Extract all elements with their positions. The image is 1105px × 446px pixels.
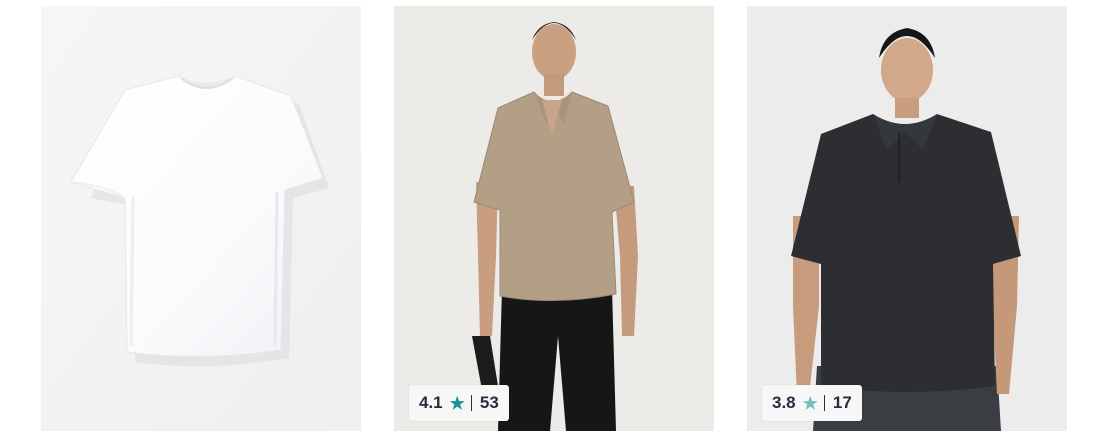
rating-count: 17	[832, 393, 852, 412]
rating-count: 53	[479, 393, 499, 412]
rating-value: 3.8	[772, 393, 796, 412]
rating-divider	[470, 395, 472, 411]
rating-badge: 4.1 ★ 53	[409, 385, 509, 421]
product-image-beige-polo[interactable]	[394, 6, 714, 431]
product-image-white-tshirt[interactable]	[41, 6, 361, 431]
rating-value: 4.1	[419, 393, 443, 412]
product-card[interactable]	[41, 6, 361, 431]
star-icon: ★	[449, 393, 465, 413]
product-card[interactable]: 4.1 ★ 53	[394, 6, 714, 431]
star-icon: ★	[802, 393, 818, 413]
product-card[interactable]: 3.8 ★ 17	[747, 6, 1067, 431]
product-grid: 4.1 ★ 53 3.8 ★ 17	[0, 0, 1105, 446]
product-image-black-polo[interactable]	[747, 6, 1067, 431]
rating-divider	[823, 395, 825, 411]
rating-badge: 3.8 ★ 17	[762, 385, 862, 421]
